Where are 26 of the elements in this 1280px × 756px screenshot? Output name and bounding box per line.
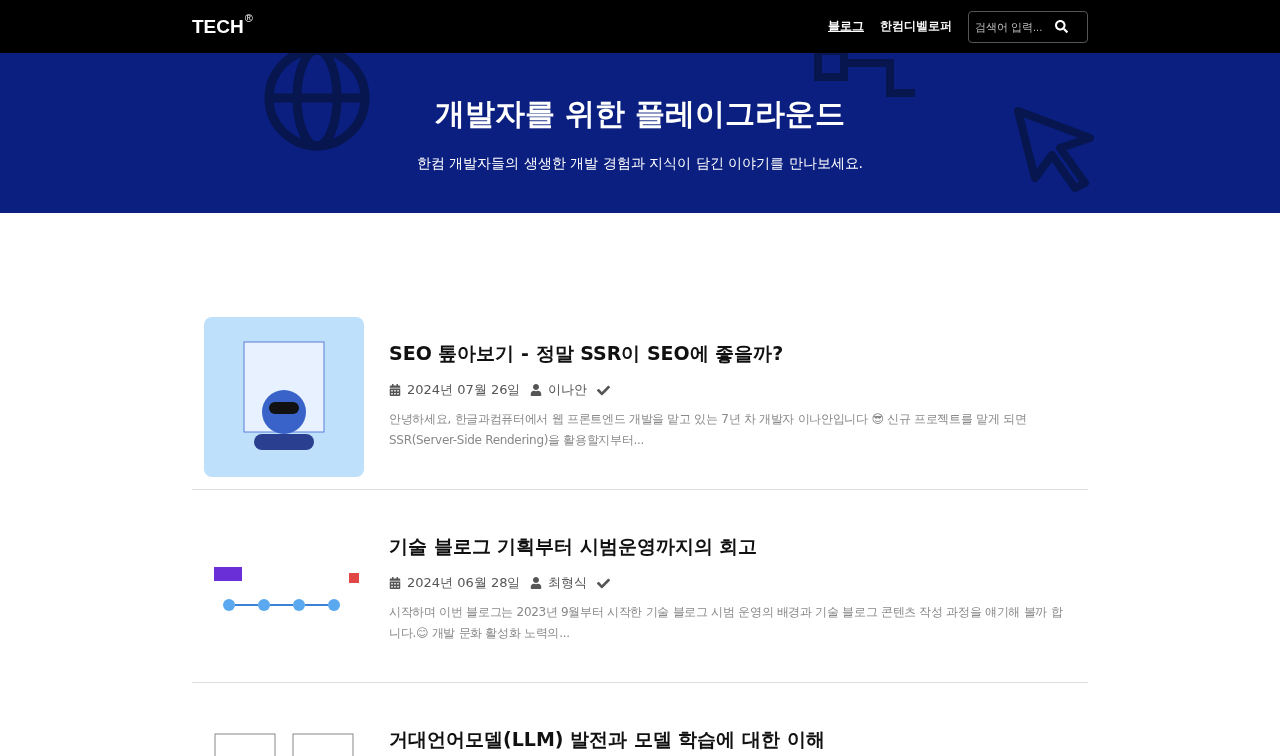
post-title[interactable]: 거대언어모델(LLM) 발전과 모델 학습에 대한 이해	[389, 727, 825, 753]
search-field[interactable]: 검색어 입력...	[968, 10, 1088, 43]
search-icon	[1055, 20, 1068, 33]
hero-subtitle: 한컴 개발자들의 생생한 개발 경험과 지식이 담긴 이야기를 만나보세요.	[416, 154, 864, 173]
user-icon	[530, 577, 543, 589]
post-date: 2024년 07월 26일	[407, 381, 521, 399]
post-author: 최형식	[548, 574, 588, 592]
nav-link[interactable]: 블로그	[828, 18, 864, 35]
post-title[interactable]: SEO 톺아보기 - 정말 SSR이 SEO에 좋을까?	[389, 341, 1069, 367]
check-icon	[597, 383, 611, 397]
calendar-icon	[389, 384, 401, 396]
post-excerpt: 안녕하세요, 한글과컴퓨터에서 웹 프론트엔드 개발을 맡고 있는 7년 차 개발자 이나안입니다 😎 신규 프로젝트를 맡게 되면 SSR(Server-Side Rendering)을 활용할지부터...	[389, 411, 1028, 449]
post-excerpt: 시작하며 이번 블로그는 2023년 9월부터 시작한 기술 블로그 시범 운영의 배경과 기술 블로그 콘텐츠 작성 과정을 얘기해 볼까 합니다.😊 개발 문화 활성화 노력의...	[389, 604, 1064, 642]
check-icon	[597, 576, 611, 590]
post-author: 이나안	[548, 381, 588, 399]
user-icon	[530, 384, 543, 396]
globe-icon	[262, 53, 372, 153]
post-date: 2024년 06월 28일	[407, 574, 521, 592]
post-title[interactable]: 기술 블로그 기획부터 시범운영까지의 회고	[389, 534, 1069, 560]
nav-link[interactable]: 한컴디벨로퍼	[880, 18, 952, 35]
thumbnail[interactable]	[204, 317, 364, 477]
calendar-icon	[389, 577, 401, 589]
hero-title: 개발자를 위한 플레이그라운드	[434, 94, 846, 133]
search-button[interactable]	[1055, 20, 1068, 33]
search-input[interactable]: 검색어 입력...	[975, 20, 1051, 33]
logo[interactable]: TECH®	[192, 15, 253, 38]
